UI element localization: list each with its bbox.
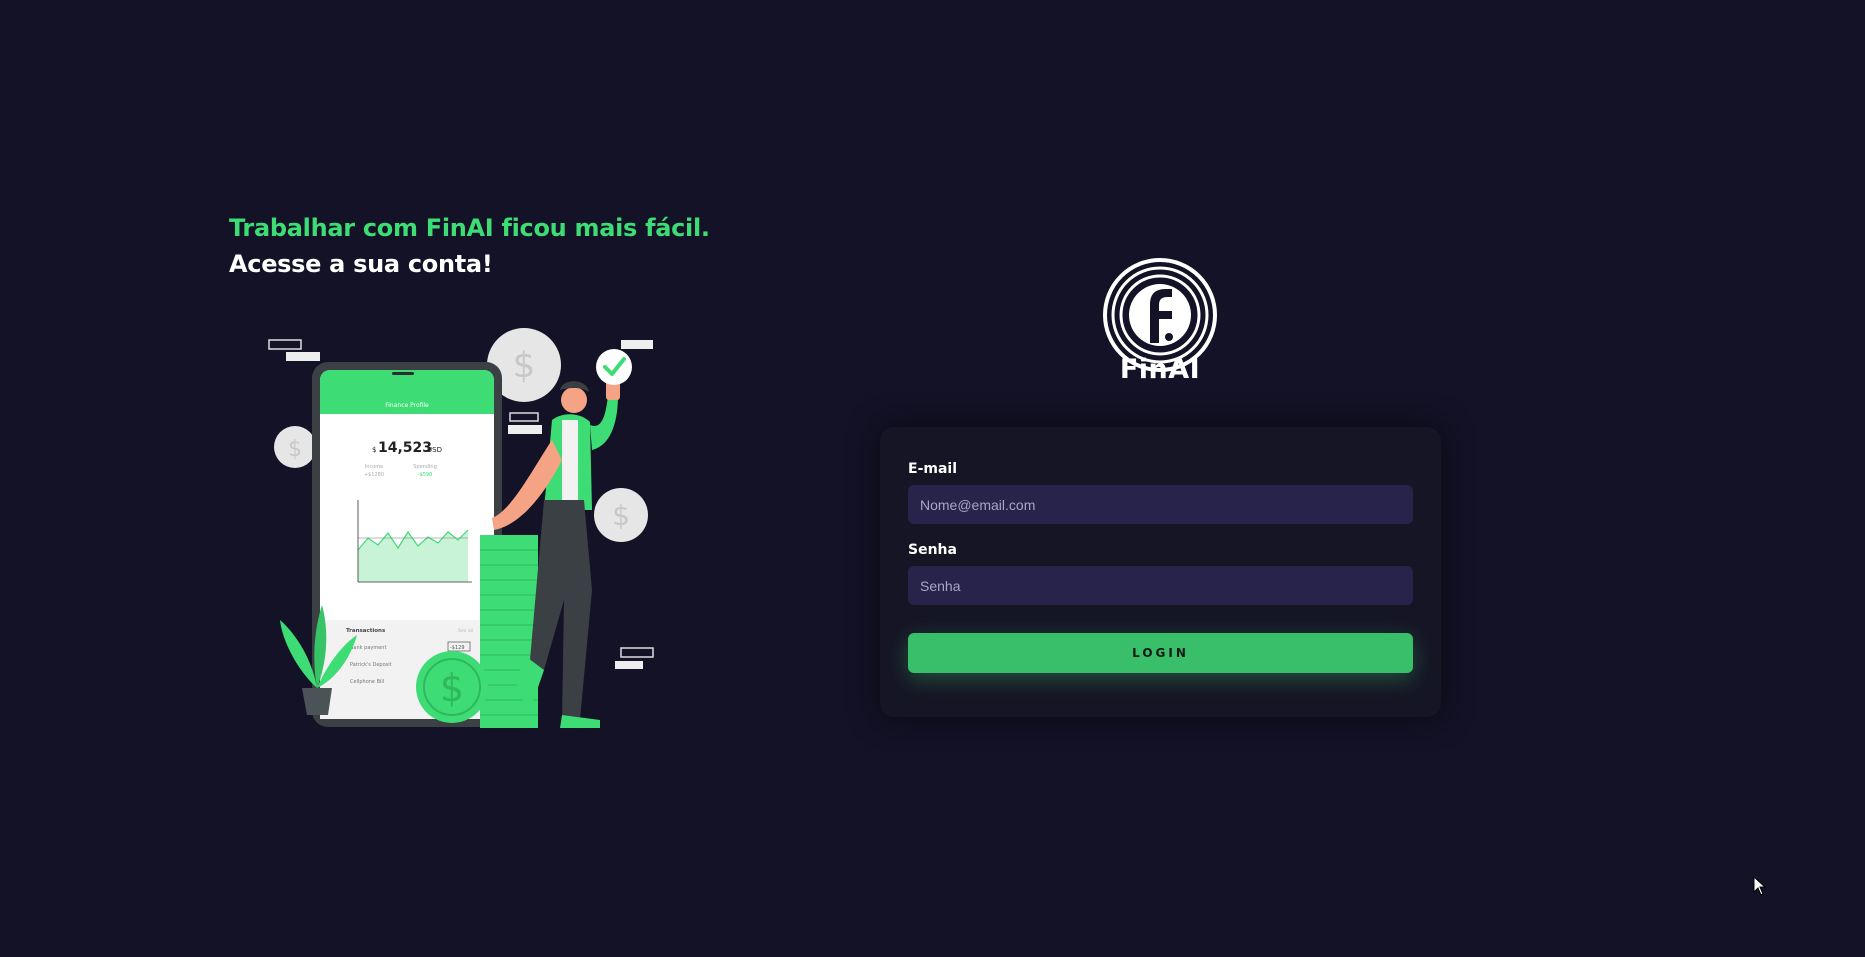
check-bubble-icon [596,349,632,385]
login-button[interactable]: LOGIN [908,633,1413,673]
svg-text:Transactions: Transactions [346,628,386,634]
svg-text:$: $ [440,666,464,710]
svg-text:$: $ [612,499,630,532]
svg-text:Cellphone Bill: Cellphone Bill [350,679,384,685]
brand-name: FinAI [1119,354,1201,385]
password-label: Senha [908,542,957,558]
mouse-cursor-icon [1753,876,1767,896]
phone-title: Finance Profile [385,402,429,409]
svg-text:+$1280: +$1280 [364,472,384,478]
svg-text:$: $ [513,345,536,386]
svg-text:$: $ [288,437,302,462]
hero-line-2: Acesse a sua conta! [229,250,493,278]
svg-text:Bank payment: Bank payment [350,645,386,651]
svg-text:USD: USD [427,446,442,454]
login-card: E-mail Senha LOGIN [880,427,1441,717]
svg-text:Income: Income [365,464,383,470]
svg-text:Patrick's Deposit: Patrick's Deposit [350,662,392,668]
finance-illustration: $ $ $ Finance Profile $ 14,523 USD Incom… [268,328,654,728]
svg-text:$: $ [372,446,376,454]
svg-text:-$129: -$129 [450,645,465,651]
password-field[interactable] [908,566,1413,605]
svg-text:See all: See all [458,628,473,634]
email-field[interactable] [908,485,1413,524]
hero-headline: Trabalhar com FinAI ficou mais fácil. Ac… [229,210,710,282]
svg-text:-$590: -$590 [418,472,433,478]
hero-line-1: Trabalhar com FinAI ficou mais fácil. [229,214,710,242]
svg-text:Spending: Spending [413,464,437,470]
phone-balance: 14,523 [378,440,432,456]
email-label: E-mail [908,461,958,477]
